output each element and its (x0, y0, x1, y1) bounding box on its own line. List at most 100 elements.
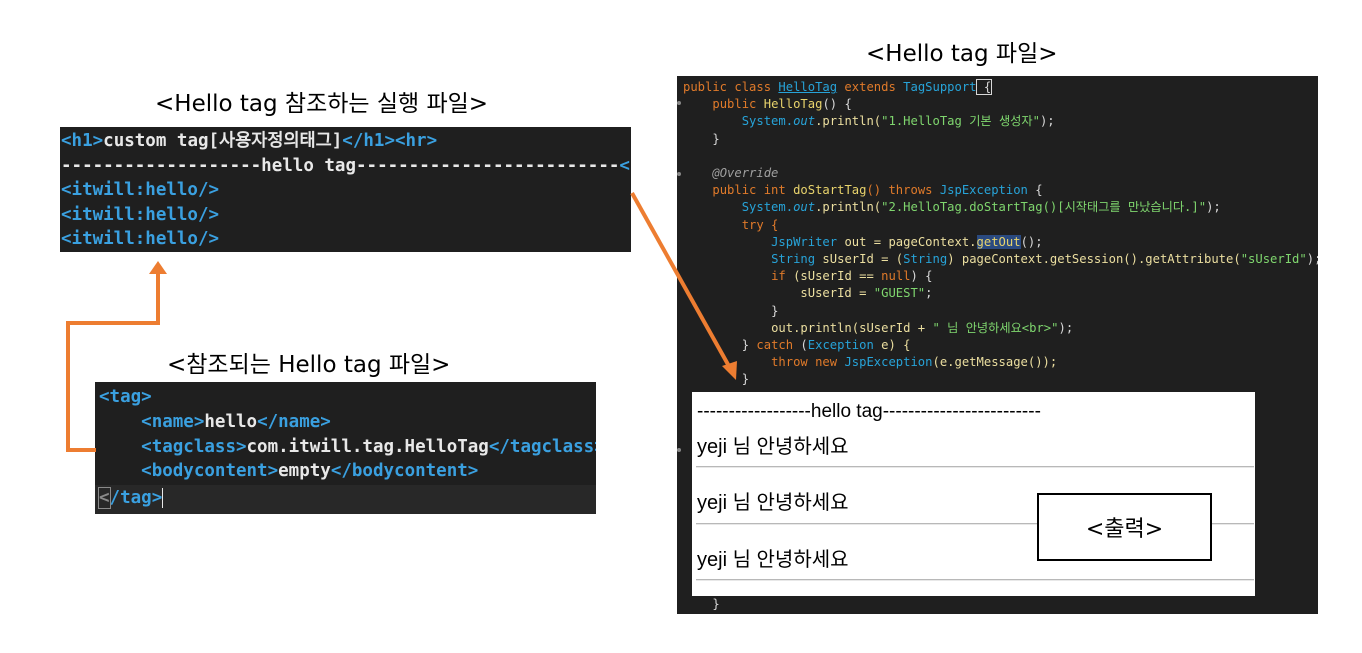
kw-public-int: public int (712, 183, 794, 198)
semicolon: (); (1020, 234, 1043, 249)
java-line-13: } (683, 303, 778, 320)
java-line-9: JspWriter out = pageContext.getOut(); (683, 234, 1043, 251)
output-line-3: yeji 님 안녕하세요 (697, 549, 849, 571)
name-open: <name> (141, 412, 205, 432)
java-line-18: } (683, 596, 719, 613)
output-hr (696, 579, 1254, 581)
exception-class: JspException (844, 355, 933, 370)
fold-marker (677, 448, 681, 452)
brace: ) { (910, 269, 933, 284)
h1-text: custom tag[사용자정의태그] (103, 131, 343, 151)
kw-catch: catch (756, 338, 794, 352)
java-line-5: @Override (683, 165, 778, 182)
string-literal: "sUserId" (1240, 252, 1307, 266)
out-field: out (793, 114, 816, 129)
brace: { (1027, 183, 1043, 198)
kw-try: try { (741, 217, 779, 232)
string-literal: "2.HelloTag.doStartTag()[시작태그를 만났습니다.]" (881, 200, 1207, 215)
method-name: doStartTag (793, 183, 867, 198)
kw-throw-new: throw new (771, 355, 845, 370)
guest-assign: sUserId = (800, 286, 874, 301)
bodycontent-close: </bodycontent> (330, 461, 479, 481)
output-label-box: <출력> (1037, 493, 1212, 561)
h1-open-tag: <h1> (61, 131, 104, 151)
java-line-10: String sUserId = (String) pageContext.ge… (683, 251, 1318, 268)
br-tag: <br> (619, 155, 631, 176)
tagclass-close: </tagclass> (488, 436, 596, 457)
hello-tag-divider: -------------------hello tag------------… (61, 155, 620, 176)
brace: } (741, 338, 757, 352)
semicolon: ); (1058, 320, 1074, 335)
exception-class: Exception (807, 338, 874, 352)
suserid-assign: sUserId = ( (815, 252, 904, 266)
jsp-line-3: <itwill:hello/> (61, 178, 219, 203)
brace: } (771, 303, 779, 318)
java-line-3: System.out.println("1.HelloTag 기본 생성자"); (683, 113, 1055, 130)
out-assign: out = pageContext. (837, 234, 977, 249)
jsp-code-panel: <h1>custom tag[사용자정의태그]</h1><hr> -------… (60, 127, 631, 252)
tld-code-panel: <tag> <name>hello</name> <tagclass>com.i… (95, 382, 596, 514)
itwill-hello-tag: <itwill:hello/> (61, 180, 220, 200)
itwill-hello-tag: <itwill:hello/> (61, 204, 220, 225)
brace: } (712, 131, 720, 146)
tld-line-5: </tag> (98, 486, 164, 511)
java-line-17: } (683, 371, 749, 388)
arrow-head-up (149, 261, 167, 274)
fold-marker (677, 172, 681, 176)
semicolon: ); (1039, 114, 1055, 129)
exception-class: JspException (939, 183, 1028, 198)
jsp-line-4: <itwill:hello/> (61, 203, 219, 228)
java-line-12: sUserId = "GUEST"; (683, 285, 932, 302)
kw-extends: extends (837, 80, 904, 94)
class-name: HelloTag (778, 80, 838, 94)
java-line-1: public class HelloTag extends TagSupport… (683, 79, 993, 96)
java-line-16: throw new JspException(e.getMessage()); (683, 354, 1057, 371)
constructor-name: HelloTag (763, 97, 823, 112)
println-call: .println( (815, 114, 882, 129)
bodycontent-open: <bodycontent> (141, 461, 279, 481)
brace: { (975, 79, 993, 95)
getout-call: getOut (976, 234, 1021, 249)
itwill-hello-tag: <itwill:hello/> (61, 229, 220, 249)
caption-exec-file: <Hello tag 참조하는 실행 파일> (155, 91, 489, 117)
cursor-line-highlight (95, 485, 596, 514)
getattribute-call: ) pageContext.getSession().getAttribute( (947, 252, 1241, 266)
output-header: ------------------hello tag-------------… (697, 401, 1041, 422)
kw-public-class: public class (683, 80, 779, 94)
string-literal: "1.HelloTag 기본 생성자" (881, 114, 1040, 129)
name-close: </name> (257, 412, 331, 432)
println-call: .println( (815, 200, 882, 215)
bodycontent-value: empty (278, 461, 331, 481)
kw-public: public (712, 97, 764, 112)
system-class: System. (741, 200, 794, 215)
semicolon: ); (1206, 200, 1221, 215)
jsp-line-1: <h1>custom tag[사용자정의태그]</h1><hr> (61, 129, 437, 154)
tagclass-value: com.itwill.tag.HelloTag (246, 436, 489, 457)
fold-marker (677, 101, 681, 105)
h1-close-tag: </h1><hr> (342, 131, 438, 151)
java-line-4: } (683, 131, 720, 148)
tag-open: <tag> (99, 387, 152, 407)
null-check: (sUserId == (785, 269, 882, 284)
java-line-14: out.println(sUserId + " 님 안녕하세요<br>"); (683, 320, 1073, 337)
caption-referenced-file: <참조되는 Hello tag 파일> (167, 352, 451, 378)
catch-var: e) { (873, 338, 911, 352)
getmessage-call: (e.getMessage()); (932, 355, 1058, 370)
string-literal: " 님 안녕하세요<br>" (932, 320, 1059, 335)
tld-line-1: <tag> (99, 385, 152, 410)
output-line-1: yeji 님 안녕하세요 (697, 436, 849, 458)
java-line-2: public HelloTag() { (683, 96, 851, 113)
brace: } (741, 372, 750, 387)
paren: ( (793, 338, 808, 352)
java-line-7: System.out.println("2.HelloTag.doStartTa… (683, 199, 1221, 216)
tagclass-open: <tagclass> (141, 436, 247, 457)
jspwriter-class: JspWriter (771, 234, 838, 249)
kw-null: null (881, 269, 911, 284)
superclass-name: TagSupport (903, 80, 977, 94)
jsp-line-2: -------------------hello tag------------… (61, 154, 631, 179)
system-class: System. (741, 114, 794, 129)
output-line-2: yeji 님 안녕하세요 (697, 492, 849, 514)
output-hr (696, 466, 1254, 468)
java-line-6: public int doStartTag() throws JspExcept… (683, 182, 1043, 199)
tld-line-2: <name>hello</name> (99, 410, 331, 435)
